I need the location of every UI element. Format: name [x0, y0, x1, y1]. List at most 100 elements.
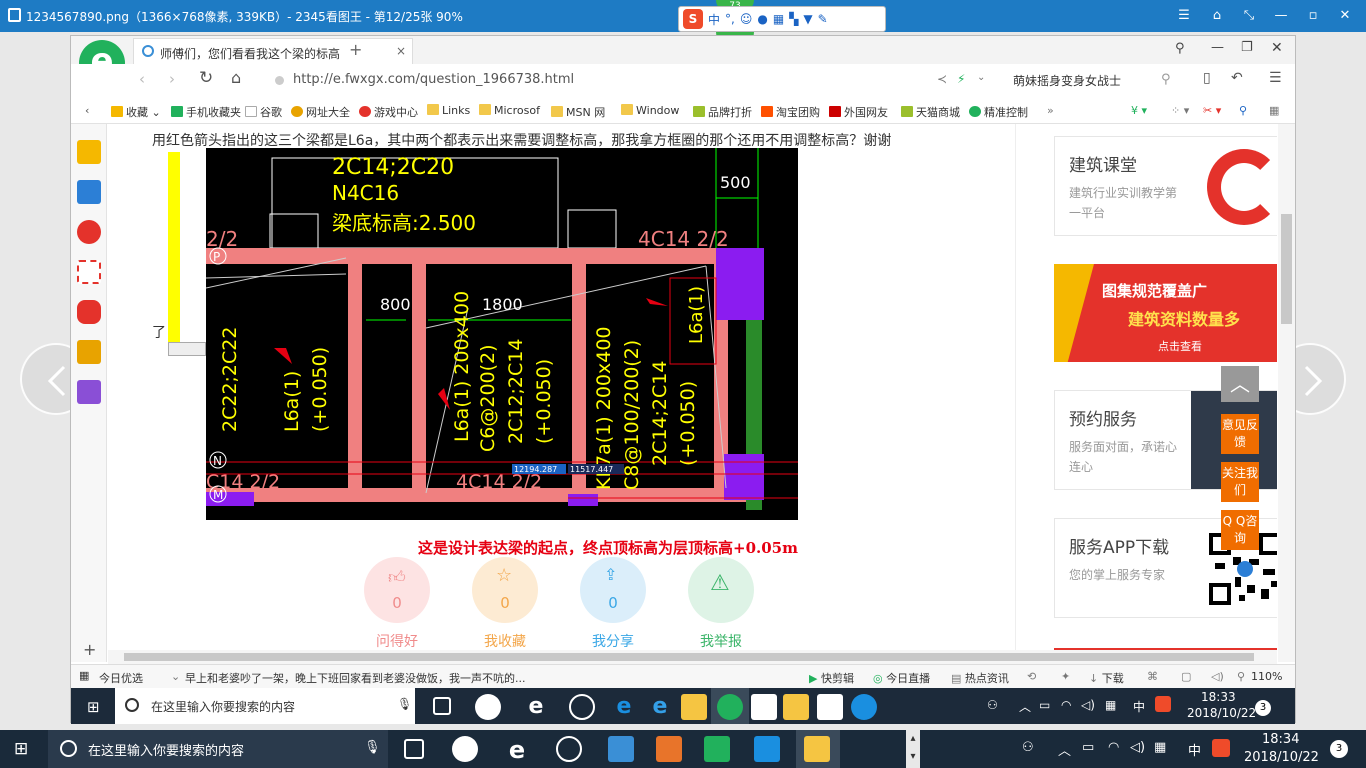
- mic-icon[interactable]: 🎙︎: [364, 740, 381, 755]
- menu-icon[interactable]: ☰: [1269, 70, 1282, 86]
- shirt-icon[interactable]: ▼: [803, 12, 812, 26]
- action-report[interactable]: ⚠ 我举报: [688, 557, 754, 651]
- phone-icon[interactable]: ▯: [1203, 70, 1211, 86]
- clear-icon[interactable]: ⟲: [1027, 670, 1036, 683]
- battery-icon[interactable]: ▭: [1082, 740, 1094, 755]
- fav-item[interactable]: Window: [621, 104, 679, 117]
- shirt-icon[interactable]: ⚲: [1175, 41, 1185, 56]
- banner-link[interactable]: 点击查看: [1158, 338, 1202, 354]
- app-icon[interactable]: [608, 736, 634, 762]
- ad-banner[interactable]: 图集规范覆盖广 建筑资料数量多 点击查看: [1054, 264, 1277, 362]
- fav-item[interactable]: 品牌打折: [693, 104, 752, 120]
- weibo-icon[interactable]: [77, 220, 101, 244]
- mail-icon[interactable]: [751, 694, 777, 720]
- help-icon[interactable]: [817, 694, 843, 720]
- wifi-icon[interactable]: ◠: [1108, 740, 1119, 755]
- chevron-down-icon[interactable]: ⌄: [171, 670, 180, 683]
- new-tab-button[interactable]: +: [349, 40, 362, 59]
- taskbar-search[interactable]: 在这里输入你要搜索的内容 🎙︎: [48, 730, 388, 768]
- ime-indicator[interactable]: 中: [1133, 698, 1145, 715]
- minimize-button[interactable]: —: [1270, 6, 1292, 26]
- browser-icon[interactable]: ⌘: [1147, 670, 1158, 683]
- action-share[interactable]: ⇪ 0 我分享: [580, 557, 646, 651]
- tray-up-icon[interactable]: ︿: [1058, 740, 1071, 759]
- ie-update-icon[interactable]: [556, 736, 582, 762]
- volume-icon[interactable]: ◁): [1130, 740, 1145, 755]
- pin-icon[interactable]: ✦: [1061, 670, 1070, 683]
- task-view-icon[interactable]: [404, 739, 424, 759]
- ime-indicator[interactable]: 中: [1188, 740, 1201, 759]
- wifi-icon[interactable]: ◠: [1061, 698, 1071, 712]
- undo-icon[interactable]: ↶: [1231, 70, 1243, 86]
- ime-lang[interactable]: 中: [708, 11, 720, 28]
- star-icon[interactable]: [77, 140, 101, 164]
- news-icon[interactable]: [77, 180, 101, 204]
- restore-button[interactable]: ❐: [1241, 40, 1253, 55]
- fav-collapse-icon[interactable]: ‹: [85, 104, 89, 117]
- status-item[interactable]: ▶ 快剪辑: [809, 670, 854, 686]
- mail-icon[interactable]: [77, 260, 101, 284]
- menu-icon[interactable]: ☰: [1173, 6, 1195, 26]
- book-icon[interactable]: [77, 340, 101, 364]
- zoom-icon[interactable]: ⚲: [1237, 670, 1245, 683]
- ie-update-icon[interactable]: [569, 694, 595, 720]
- game-icon[interactable]: [77, 300, 101, 324]
- wrench-icon[interactable]: ✎: [818, 12, 828, 26]
- status-news[interactable]: 早上和老婆吵了一架，晚上下班回家看到老婆没做饭，我一声不吭的...: [185, 670, 535, 686]
- zoom-level[interactable]: 110%: [1251, 670, 1282, 683]
- fullscreen-icon[interactable]: ⤡: [1238, 6, 1260, 26]
- status-today[interactable]: 今日优选: [99, 670, 143, 686]
- scroll-arrows-icon[interactable]: ▴ ▾: [906, 730, 920, 768]
- ie-icon[interactable]: e: [647, 694, 673, 720]
- close-button[interactable]: ✕: [1271, 40, 1283, 56]
- status-item[interactable]: ↓ 下载: [1089, 670, 1124, 686]
- notification-badge[interactable]: 3: [1330, 740, 1348, 758]
- money-icon[interactable]: ¥ ▾: [1131, 104, 1147, 117]
- scissors-icon[interactable]: ✂ ▾: [1203, 104, 1221, 117]
- back-to-top-icon[interactable]: ︿: [1221, 366, 1259, 402]
- fav-item[interactable]: 收藏 ⌄: [111, 104, 161, 120]
- task-view-icon[interactable]: [433, 697, 451, 715]
- fav-item[interactable]: 谷歌: [245, 104, 282, 120]
- emoji-icon[interactable]: ☺: [740, 12, 753, 26]
- apps-icon[interactable]: ▦: [1269, 104, 1279, 117]
- fan-icon[interactable]: [475, 694, 501, 720]
- follow-button[interactable]: 关注我们: [1221, 462, 1259, 502]
- grid-icon[interactable]: ▦: [79, 669, 89, 682]
- add-icon[interactable]: +: [83, 640, 96, 659]
- windows-start-icon[interactable]: ⊞: [14, 739, 28, 759]
- feedback-button[interactable]: 意见反馈: [1221, 414, 1259, 454]
- windows-start-icon[interactable]: ⊞: [87, 698, 100, 716]
- sound-icon[interactable]: ◁): [1211, 670, 1224, 683]
- action-good[interactable]: 👍︎ 0 问得好: [364, 557, 430, 651]
- edge-icon[interactable]: e: [611, 694, 637, 720]
- fav-item[interactable]: MSN 网: [551, 104, 605, 120]
- refresh-icon[interactable]: ↻: [199, 68, 213, 88]
- vertical-scrollbar[interactable]: [1278, 124, 1295, 662]
- ime-toolbar[interactable]: S 中 °, ☺ ● ▦ ▚ ▼ ✎: [678, 6, 886, 32]
- qq-button[interactable]: Q Q咨询: [1221, 510, 1259, 550]
- fav-item[interactable]: 网址大全: [291, 104, 350, 120]
- tab-close-icon[interactable]: ×: [396, 44, 406, 58]
- browser-tab[interactable]: 师傅们，您们看看我这个梁的标高 ×: [133, 38, 413, 64]
- clock-date[interactable]: 2018/10/22: [1187, 706, 1256, 720]
- image-viewer-icon[interactable]: [804, 736, 830, 762]
- notes-icon[interactable]: [783, 694, 809, 720]
- close-button[interactable]: ✕: [1334, 6, 1356, 26]
- skin-icon[interactable]: ⌂: [1206, 6, 1228, 26]
- clock-date[interactable]: 2018/10/22: [1244, 750, 1319, 765]
- home-icon[interactable]: ⌂: [231, 68, 241, 87]
- apps-icon[interactable]: ▚: [789, 12, 798, 26]
- status-item[interactable]: ◎ 今日直播: [873, 670, 930, 686]
- keyboard-icon[interactable]: ▦: [773, 12, 784, 26]
- window-icon[interactable]: ▢: [1181, 670, 1191, 683]
- pdf-icon[interactable]: [656, 736, 682, 762]
- mic-icon[interactable]: ●: [757, 12, 767, 26]
- notification-badge[interactable]: 3: [1255, 700, 1271, 716]
- ime-punct[interactable]: °,: [725, 12, 735, 26]
- lightning-icon[interactable]: ⚡: [957, 72, 965, 86]
- fav-item[interactable]: 天猫商城: [901, 104, 960, 120]
- app-g-icon[interactable]: [851, 694, 877, 720]
- fav-item[interactable]: 游戏中心: [359, 104, 418, 120]
- sogou-icon[interactable]: [1212, 739, 1230, 757]
